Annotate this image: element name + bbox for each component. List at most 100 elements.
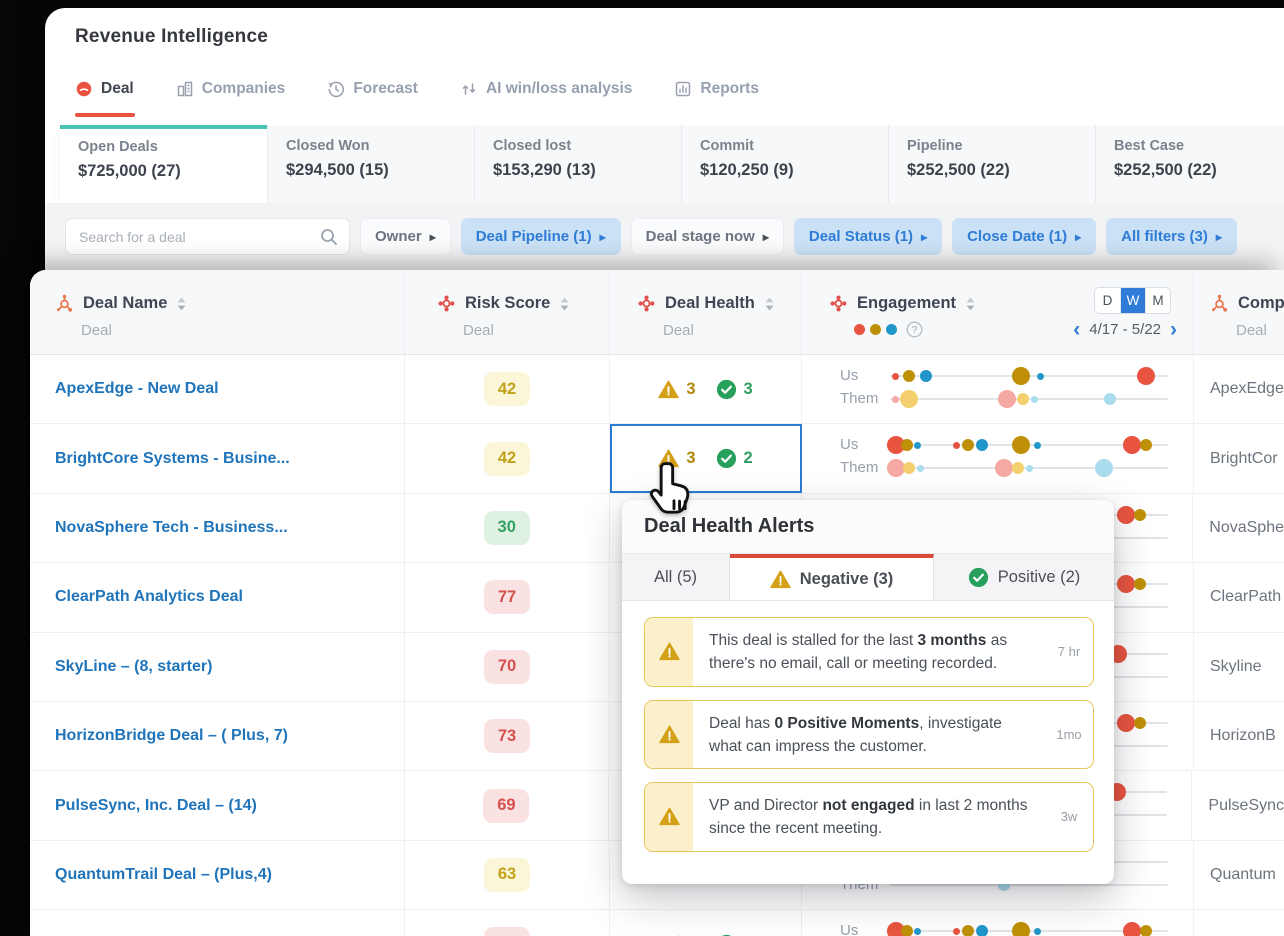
- summary-card-closed-lost[interactable]: Closed lost $153,290 (13): [474, 125, 681, 203]
- popover-tab-negative[interactable]: Negative (3): [730, 554, 934, 600]
- deal-name-cell: ClearPath Analytics Deal: [30, 563, 405, 632]
- deal-name-link[interactable]: NovaSphere Tech - Business...: [55, 519, 288, 537]
- summary-card-value: $294,500 (15): [286, 161, 389, 179]
- filter-chip-deal-status-1[interactable]: Deal Status (1) ▸: [793, 218, 943, 255]
- filter-chip-label: Deal stage now: [645, 228, 755, 245]
- period-option-d[interactable]: D: [1095, 288, 1120, 313]
- nav-tab-deal[interactable]: Deal: [75, 80, 134, 98]
- company-cell: Quantum: [1194, 841, 1284, 909]
- filter-chip-deal-stage-now[interactable]: Deal stage now ▸: [630, 218, 784, 255]
- risk-score-badge: 70: [484, 649, 530, 684]
- risk-score-cell: 42: [405, 424, 610, 493]
- sort-icon[interactable]: [965, 296, 976, 312]
- nav-tab-label: Companies: [201, 80, 286, 97]
- summary-card-value: $252,500 (22): [1114, 161, 1217, 179]
- engagement-timeline: Us Them: [802, 424, 1193, 492]
- engagement-label-us: Us: [840, 367, 859, 384]
- risk-score-badge: 42: [484, 372, 530, 407]
- company-name: NovaSphe: [1209, 518, 1284, 536]
- risk-score-badge: 30: [483, 510, 530, 545]
- negative-alerts: 3: [658, 380, 696, 399]
- column-header-risk-score[interactable]: Risk Score Deal: [405, 270, 610, 354]
- search-input[interactable]: [66, 219, 349, 254]
- deal-name-link[interactable]: BrightCore Systems - Busine...: [55, 450, 290, 468]
- nav-tab-reports[interactable]: Reports: [674, 80, 759, 98]
- engagement-dot-gold: [1139, 439, 1152, 452]
- hubspot-icon: [55, 294, 74, 313]
- alert-text: Deal has 0 Positive Moments, investigate…: [709, 714, 1002, 755]
- engagement-dot-gold: [1134, 716, 1147, 729]
- deal-name-link[interactable]: SkyLine – (8, starter): [55, 658, 212, 676]
- warning-icon: [658, 642, 680, 661]
- filter-chip-all-filters-3[interactable]: All filters (3) ▸: [1106, 218, 1237, 255]
- summary-card-best-case[interactable]: Best Case $252,500 (22): [1095, 125, 1284, 203]
- alert-text: VP and Director not engaged in last 2 mo…: [709, 797, 1028, 838]
- deal-health-cell[interactable]: [610, 910, 802, 936]
- column-title: Engagement: [857, 294, 957, 312]
- sort-icon[interactable]: [559, 296, 570, 312]
- deal-name-link[interactable]: ClearPath Analytics Deal: [55, 588, 243, 606]
- summary-card-label: Closed Won: [286, 138, 370, 154]
- deal-name-link[interactable]: ApexEdge - New Deal: [55, 380, 219, 398]
- engagement-dot-gold: [1011, 436, 1030, 455]
- active-tab-underline: [75, 113, 135, 117]
- company-name: BrightCor: [1210, 449, 1278, 467]
- filter-chip-close-date-1[interactable]: Close Date (1) ▸: [952, 218, 1097, 255]
- column-title: Deal Name: [83, 294, 168, 312]
- search-box[interactable]: [65, 218, 350, 255]
- help-icon[interactable]: ?: [906, 321, 923, 338]
- filter-chip-owner[interactable]: Owner ▸: [360, 218, 451, 255]
- risk-score-cell: 30: [405, 493, 610, 563]
- alert-age: 7 hr: [1057, 644, 1081, 660]
- engagement-dot-lblue: [1103, 393, 1116, 405]
- deal-name-link[interactable]: PulseSync, Inc. Deal – (14): [55, 797, 257, 815]
- sort-icon[interactable]: [176, 296, 187, 312]
- summary-card-pipeline[interactable]: Pipeline $252,500 (22): [888, 125, 1095, 203]
- company-cell: PulseSync: [1192, 771, 1284, 839]
- companies-icon: [176, 80, 194, 98]
- engagement-dot-gold: [903, 370, 916, 382]
- nav-tab-forecast[interactable]: Forecast: [327, 80, 418, 98]
- summary-card-closed-won[interactable]: Closed Won $294,500 (15): [267, 125, 474, 203]
- period-option-w[interactable]: W: [1120, 288, 1145, 313]
- deal-name-cell: HorizonBridge Deal – ( Plus, 7): [30, 701, 405, 771]
- deal-health-cell[interactable]: 33: [610, 355, 802, 424]
- engagement-line-them: [890, 883, 1168, 886]
- deal-health-cell[interactable]: 32: [610, 424, 802, 493]
- chevron-left-icon[interactable]: ‹: [1073, 319, 1080, 340]
- risk-score-cell: 42: [405, 355, 610, 424]
- popover-tab-positive[interactable]: Positive (2): [934, 554, 1114, 600]
- engagement-dot-red: [1136, 367, 1155, 385]
- period-toggle: DWM: [1094, 287, 1171, 314]
- engagement-dot-red: [1117, 713, 1136, 732]
- column-header-companies[interactable]: Comp Deal: [1194, 270, 1284, 354]
- sort-icon[interactable]: [764, 296, 775, 312]
- summary-card-label: Best Case: [1114, 138, 1185, 154]
- deal-name-link[interactable]: HorizonBridge Deal – ( Plus, 7): [55, 727, 288, 745]
- deal-name-cell: ApexEdge - New Deal: [30, 355, 405, 424]
- engagement-dot-blue: [920, 370, 933, 382]
- risk-score-badge: 77: [484, 580, 530, 615]
- nav-tab-ai-win-loss-analysis[interactable]: AI win/loss analysis: [460, 80, 632, 98]
- alert-card: Deal has 0 Positive Moments, investigate…: [644, 699, 1094, 769]
- column-header-engagement[interactable]: Engagement ? DWM ‹ 4/17 - 5/22 ›: [802, 270, 1194, 354]
- deal-name-link[interactable]: QuantumTrail Deal – (Plus,4): [55, 866, 272, 884]
- company-name: Quantum: [1210, 865, 1276, 883]
- column-title: Comp: [1238, 294, 1284, 312]
- legend-dot-gold: [870, 324, 881, 335]
- chevron-right-icon[interactable]: ›: [1170, 319, 1177, 340]
- column-title: Deal Health: [665, 294, 755, 312]
- engagement-legend: ?: [854, 321, 923, 338]
- company-cell: Skyline: [1194, 633, 1284, 701]
- nav-tab-companies[interactable]: Companies: [176, 80, 286, 98]
- summary-card-open-deals[interactable]: Open Deals $725,000 (27): [60, 125, 267, 203]
- summary-card-value: $252,500 (22): [907, 161, 1010, 179]
- engagement-dot-gold: [1139, 925, 1152, 936]
- column-header-deal-health[interactable]: Deal Health Deal: [610, 270, 802, 354]
- popover-tab-all[interactable]: All (5): [622, 554, 730, 600]
- period-option-m[interactable]: M: [1145, 288, 1170, 313]
- summary-card-commit[interactable]: Commit $120,250 (9): [681, 125, 888, 203]
- company-cell: HorizonB: [1194, 702, 1284, 770]
- filter-chip-deal-pipeline-1[interactable]: Deal Pipeline (1) ▸: [460, 218, 621, 255]
- column-header-deal-name[interactable]: Deal Name Deal: [30, 270, 405, 354]
